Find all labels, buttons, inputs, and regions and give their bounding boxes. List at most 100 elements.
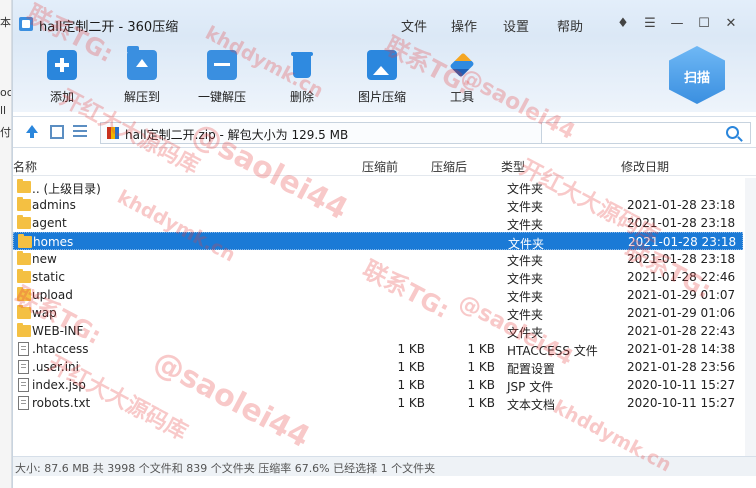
maximize-icon[interactable]: ☐ xyxy=(694,14,714,34)
file-modified: 2021-01-28 23:18 xyxy=(627,216,736,230)
header-type[interactable]: 类型 xyxy=(501,158,525,175)
file-row[interactable]: index.jsp 1 KB 1 KB JSP 文件 2020-10-11 15:27 xyxy=(13,376,743,394)
file-row[interactable]: new 文件夹 2021-01-28 23:18 xyxy=(13,250,743,268)
file-name: robots.txt xyxy=(32,396,91,410)
menu-operation[interactable]: 操作 xyxy=(451,16,477,35)
file-modified: 2021-01-28 23:56 xyxy=(627,360,736,374)
file-name: .htaccess xyxy=(32,342,89,356)
file-row[interactable]: wap 文件夹 2021-01-29 01:06 xyxy=(13,304,743,322)
background-text: oc xyxy=(0,86,12,99)
file-type: 文件夹 xyxy=(507,326,544,340)
column-header: 名称 压缩前 压缩后 类型 修改日期 xyxy=(13,156,756,176)
up-arrow-icon[interactable] xyxy=(25,125,39,139)
file-size-after: 1 KB xyxy=(467,378,495,392)
file-modified: 2021-01-28 23:18 xyxy=(628,235,737,249)
menu-settings[interactable]: 设置 xyxy=(503,16,529,35)
file-modified: 2020-10-11 15:27 xyxy=(627,396,736,410)
file-name: new xyxy=(32,252,57,266)
file-type: 文件夹 xyxy=(507,200,544,214)
document-icon xyxy=(18,396,29,410)
address-bar: hall定制二开.zip - 解包大小为 129.5 MB V xyxy=(13,116,756,148)
background-text: 付 xyxy=(0,126,11,139)
file-name: .user.ini xyxy=(32,360,79,374)
file-size-before: 1 KB xyxy=(397,342,425,356)
folder-icon xyxy=(17,305,31,319)
file-type: 文件夹 xyxy=(507,254,544,268)
file-modified: 2021-01-29 01:06 xyxy=(627,306,736,320)
folder-icon xyxy=(17,251,31,265)
document-icon xyxy=(18,360,29,374)
file-row[interactable]: .htaccess 1 KB 1 KB HTACCESS 文件 2021-01-28 1… xyxy=(13,340,743,358)
minimize-icon[interactable]: — xyxy=(667,14,687,34)
menu-help[interactable]: 帮助 xyxy=(557,16,583,35)
file-modified: 2021-01-28 22:43 xyxy=(627,324,736,338)
header-compressed-before[interactable]: 压缩前 xyxy=(362,158,398,175)
file-row[interactable]: agent 文件夹 2021-01-28 23:18 xyxy=(13,214,743,232)
file-row[interactable]: .user.ini 1 KB 1 KB 配置设置 2021-01-28 23:56 xyxy=(13,358,743,376)
file-type: 配置设置 xyxy=(507,362,556,376)
archive-path: hall定制二开.zip - 解包大小为 129.5 MB xyxy=(125,128,349,142)
file-row[interactable]: static 文件夹 2021-01-28 22:46 xyxy=(13,268,743,286)
one-click-extract-button[interactable]: 一键解压 xyxy=(187,50,257,105)
image-icon xyxy=(367,50,397,80)
image-compress-label: 图片压缩 xyxy=(357,90,406,104)
extract-folder-icon xyxy=(127,46,157,80)
file-name: .. (上级目录) xyxy=(32,182,101,196)
file-type: 文件夹 xyxy=(507,272,544,286)
title-bar[interactable]: hall定制二开 - 360压缩 文件 操作 设置 帮助 ♦ ☰ — ☐ ✕ xyxy=(13,0,756,36)
file-row[interactable]: .. (上级目录) 文件夹 xyxy=(13,178,743,196)
feedback-icon[interactable]: ☰ xyxy=(640,14,660,34)
header-modified[interactable]: 修改日期 xyxy=(621,158,669,175)
folder-icon xyxy=(17,179,31,193)
background-text: ll xyxy=(0,104,7,117)
tools-button[interactable]: 工具 xyxy=(427,50,497,105)
file-modified: 2021-01-28 22:46 xyxy=(627,270,736,284)
search-input[interactable] xyxy=(541,122,751,144)
file-row[interactable]: upload 文件夹 2021-01-29 01:07 xyxy=(13,286,743,304)
file-row[interactable]: WEB-INF 文件夹 2021-01-28 22:43 xyxy=(13,322,743,340)
add-button[interactable]: 添加 xyxy=(27,50,97,105)
header-name[interactable]: 名称 xyxy=(13,158,37,175)
search-icon[interactable] xyxy=(726,126,739,139)
file-size-after: 1 KB xyxy=(467,342,495,356)
list-view-icon[interactable] xyxy=(73,125,87,139)
status-text: 大小: 87.6 MB 共 3998 个文件和 839 个文件夹 压缩率 67.… xyxy=(15,462,436,475)
file-name: index.jsp xyxy=(32,378,86,392)
file-row[interactable]: admins 文件夹 2021-01-28 23:18 xyxy=(13,196,743,214)
menu-file[interactable]: 文件 xyxy=(401,16,427,35)
trash-icon xyxy=(287,50,317,80)
file-modified: 2021-01-28 14:38 xyxy=(627,342,736,356)
background-window-strip: 本 oc ll 付 xyxy=(0,0,12,488)
file-name: WEB-INF xyxy=(32,324,84,338)
app-window: hall定制二开 - 360压缩 文件 操作 设置 帮助 ♦ ☰ — ☐ ✕ 添… xyxy=(12,0,756,488)
file-type: 文件夹 xyxy=(507,290,544,304)
one-click-extract-icon xyxy=(207,50,237,80)
folder-icon xyxy=(17,269,31,283)
file-size-before: 1 KB xyxy=(397,396,425,410)
file-size-before: 1 KB xyxy=(397,378,425,392)
file-list: .. (上级目录) 文件夹 admins 文件夹 2021-01-28 23:18 age… xyxy=(13,178,756,456)
extract-to-button[interactable]: 解压到 xyxy=(107,46,177,105)
header-compressed-after[interactable]: 压缩后 xyxy=(431,158,467,175)
file-type: 文件夹 xyxy=(507,308,544,322)
file-row[interactable]: homes 文件夹 2021-01-28 23:18 xyxy=(13,232,743,251)
file-row[interactable]: robots.txt 1 KB 1 KB 文本文档 2020-10-11 15:27 xyxy=(13,394,743,412)
vertical-scrollbar[interactable] xyxy=(745,178,756,456)
image-compress-button[interactable]: 图片压缩 xyxy=(347,50,417,105)
file-name: homes xyxy=(33,235,74,249)
file-size-before: 1 KB xyxy=(397,360,425,374)
document-icon xyxy=(18,342,29,356)
close-icon[interactable]: ✕ xyxy=(721,14,741,34)
file-name: upload xyxy=(32,288,73,302)
app-icon xyxy=(19,17,33,31)
file-type: JSP 文件 xyxy=(507,380,554,394)
delete-button[interactable]: 删除 xyxy=(267,50,337,105)
file-modified: 2021-01-29 01:07 xyxy=(627,288,736,302)
tools-label: 工具 xyxy=(449,90,474,104)
file-name: admins xyxy=(32,198,76,212)
folder-icon xyxy=(18,234,32,248)
file-modified: 2021-01-28 23:18 xyxy=(627,198,736,212)
thumbnail-view-icon[interactable] xyxy=(50,125,64,139)
skin-icon[interactable]: ♦ xyxy=(613,14,633,34)
file-size-after: 1 KB xyxy=(467,360,495,374)
